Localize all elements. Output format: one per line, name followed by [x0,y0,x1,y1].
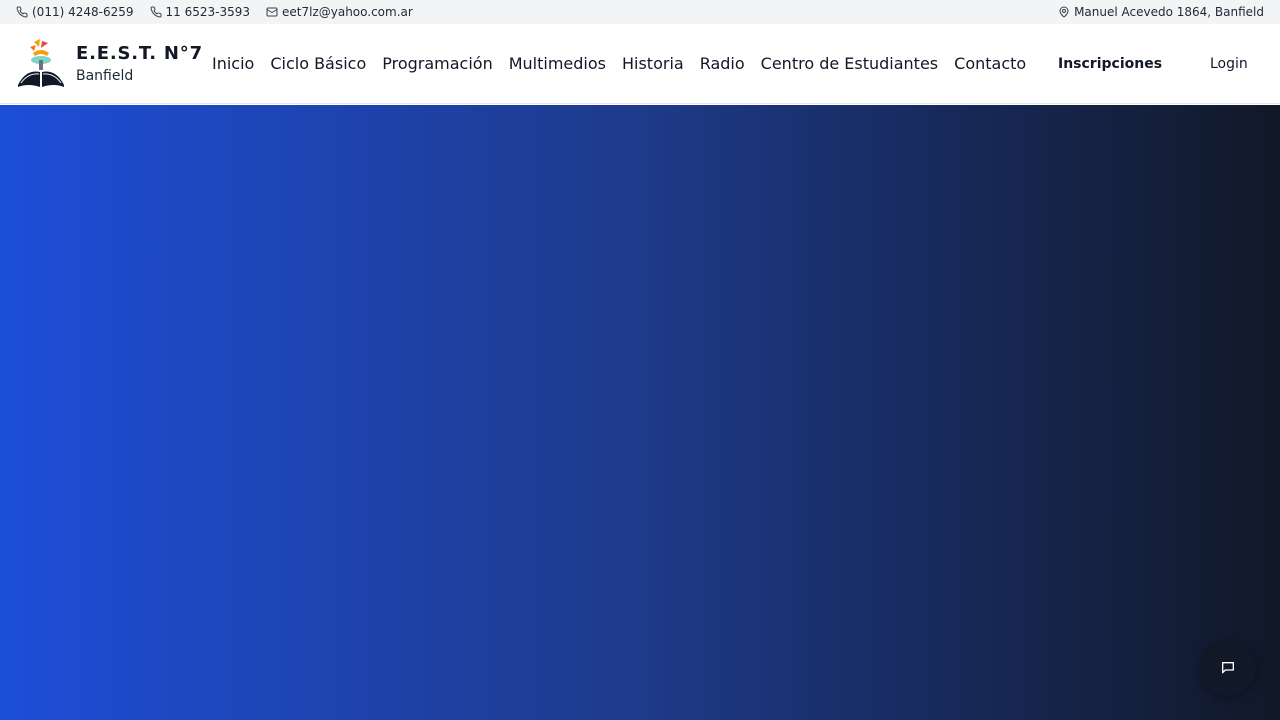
brand-link[interactable]: E.E.S.T. N°7 Banfield [16,38,206,89]
email-contact[interactable]: eet7lz@yahoo.com.ar [266,5,413,19]
school-logo-icon [18,38,64,87]
main-nav: Inicio Ciclo Básico Programación Multime… [212,54,1026,73]
email-address: eet7lz@yahoo.com.ar [282,5,413,19]
phone-icon [150,6,162,18]
brand-text: E.E.S.T. N°7 Banfield [76,43,203,84]
phone-number-1: (011) 4248-6259 [32,5,134,19]
address-contact[interactable]: Manuel Acevedo 1864, Banfield [1058,5,1264,19]
map-pin-icon [1059,6,1069,18]
nav-item-programacion[interactable]: Programación [382,54,492,73]
phone-contact-2[interactable]: 11 6523-3593 [150,5,251,19]
nav-item-centro-de-estudiantes[interactable]: Centro de Estudiantes [761,54,938,73]
phone-number-2: 11 6523-3593 [165,5,251,19]
hero-section [0,105,1280,720]
main-header: E.E.S.T. N°7 Banfield Inicio Ciclo Básic… [0,24,1280,104]
brand-title: E.E.S.T. N°7 [76,43,203,64]
nav-item-historia[interactable]: Historia [622,54,684,73]
nav-item-radio[interactable]: Radio [700,54,745,73]
chat-button[interactable] [1200,640,1256,696]
phone-icon [16,6,28,18]
address-text: Manuel Acevedo 1864, Banfield [1074,5,1264,19]
chat-icon [1222,662,1234,674]
nav-item-inicio[interactable]: Inicio [212,54,254,73]
nav-item-contacto[interactable]: Contacto [954,54,1026,73]
top-contact-bar: (011) 4248-6259 11 6523-3593 eet7lz@yaho… [0,0,1280,24]
brand-subtitle: Banfield [76,68,134,84]
inscripciones-button[interactable]: Inscripciones [1058,56,1162,72]
mail-icon [266,7,278,17]
phone-contact-1[interactable]: (011) 4248-6259 [16,5,134,19]
nav-item-multimedios[interactable]: Multimedios [509,54,606,73]
login-button[interactable]: Login [1210,56,1248,72]
contact-group: (011) 4248-6259 11 6523-3593 eet7lz@yaho… [16,5,413,19]
nav-item-ciclo-basico[interactable]: Ciclo Básico [270,54,366,73]
